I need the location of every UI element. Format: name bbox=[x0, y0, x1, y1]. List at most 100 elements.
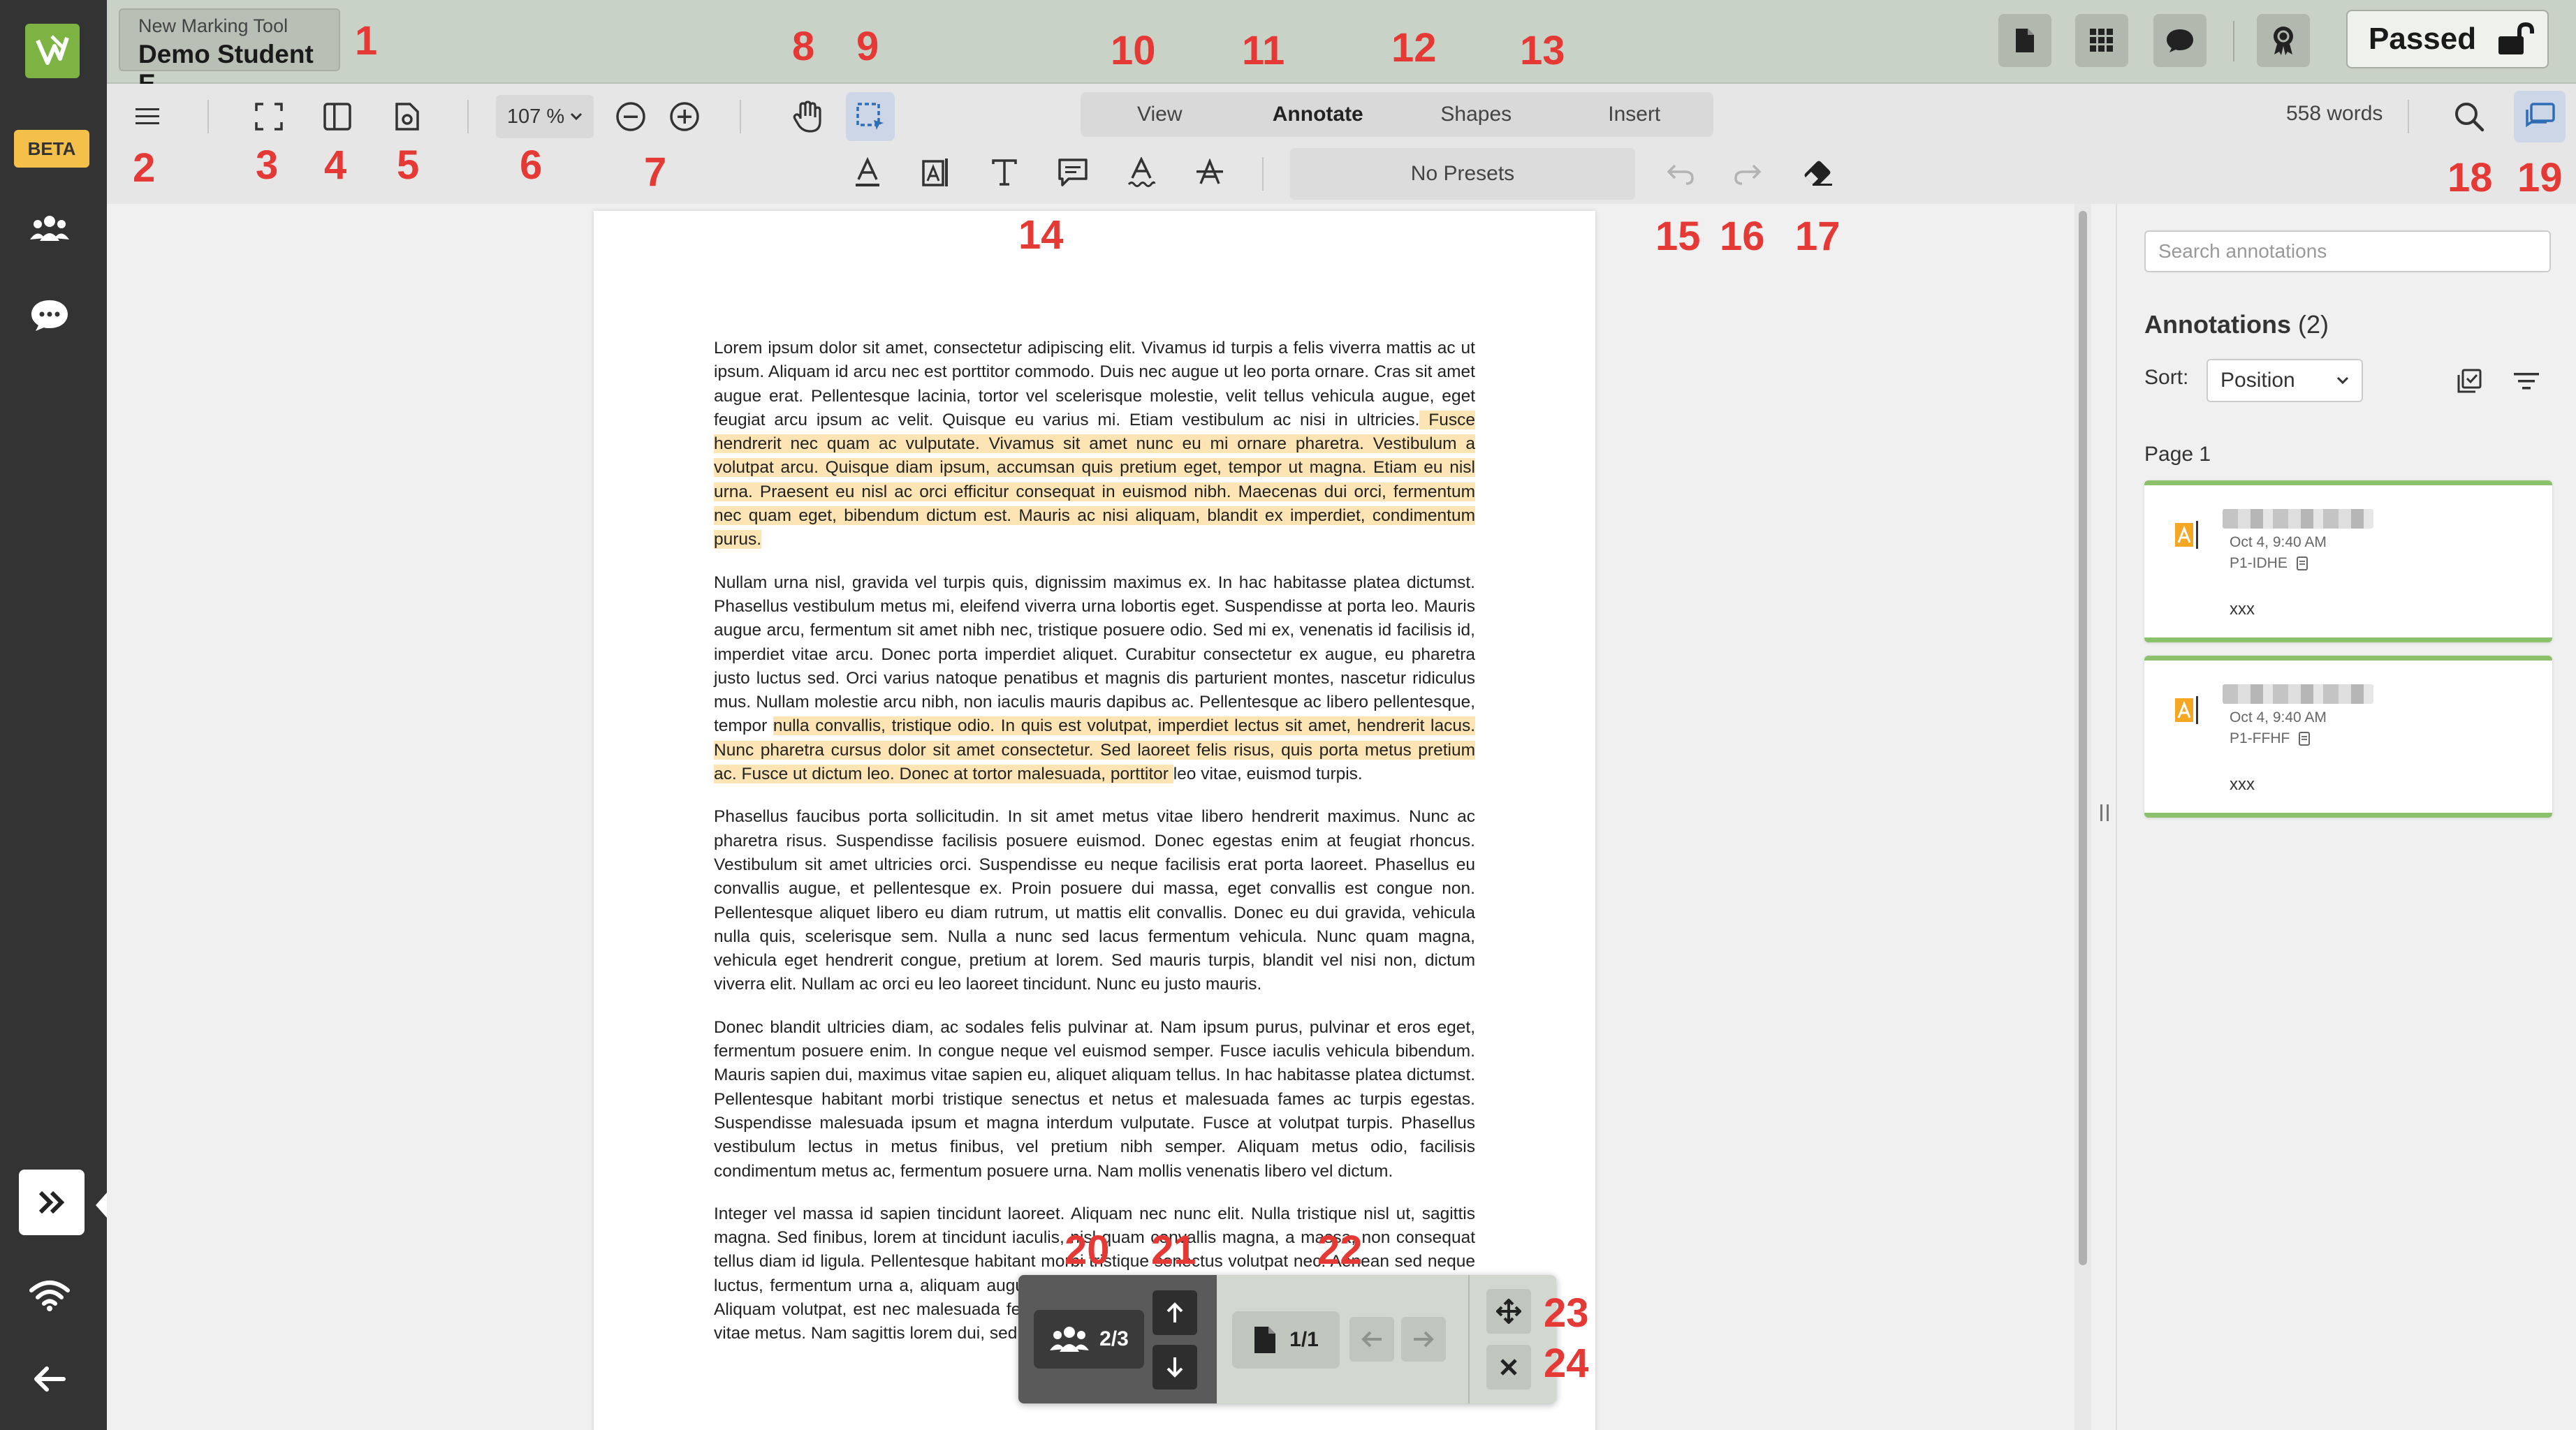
chat-icon[interactable] bbox=[25, 290, 74, 339]
student-selector[interactable]: New Marking Tool Demo Student E bbox=[119, 8, 340, 98]
select-all-button[interactable] bbox=[2448, 360, 2490, 402]
next-student-button[interactable] bbox=[1152, 1345, 1197, 1390]
annotation-id-text: P1-IDHE bbox=[2230, 555, 2288, 571]
undo-button[interactable] bbox=[1656, 149, 1705, 198]
text-color-tool[interactable] bbox=[843, 148, 892, 197]
previous-document-button[interactable] bbox=[1349, 1317, 1394, 1362]
document-settings-button[interactable] bbox=[383, 92, 432, 141]
callout-number: 4 bbox=[324, 142, 347, 188]
copy-icon[interactable] bbox=[2296, 556, 2308, 571]
checkbox-multiple-icon bbox=[2457, 369, 2482, 393]
eraser-icon bbox=[1804, 161, 1832, 186]
annotation-date: Oct 4, 9:40 AM bbox=[2230, 709, 2327, 725]
document-position: 1/1 bbox=[1289, 1328, 1319, 1351]
close-icon bbox=[1500, 1359, 1517, 1376]
callout-number: 22 bbox=[1317, 1228, 1363, 1273]
copy-icon[interactable] bbox=[2298, 731, 2311, 746]
callout-number: 6 bbox=[520, 142, 543, 188]
sidebar-notch bbox=[96, 1193, 107, 1218]
sort-select[interactable]: Position bbox=[2207, 359, 2363, 402]
expand-sidebar-button[interactable] bbox=[19, 1170, 85, 1235]
sidebar-toggle-button[interactable] bbox=[313, 92, 362, 141]
search-annotations-input[interactable] bbox=[2144, 230, 2551, 272]
status-toggle[interactable]: Passed bbox=[2346, 10, 2549, 68]
tab-insert[interactable]: Insert bbox=[1556, 92, 1714, 137]
left-sidebar: BETA bbox=[0, 0, 107, 1430]
previous-student-button[interactable] bbox=[1152, 1290, 1197, 1335]
file-gear-icon bbox=[395, 103, 419, 131]
redo-button[interactable] bbox=[1723, 149, 1772, 198]
text-tool[interactable] bbox=[980, 148, 1029, 197]
text-color-icon bbox=[856, 157, 879, 186]
callout-number: 15 bbox=[1655, 214, 1701, 259]
document-switcher-button[interactable]: 1/1 bbox=[1232, 1311, 1340, 1369]
paragraph: Lorem ipsum dolor sit amet, consectetur … bbox=[714, 337, 1475, 552]
comment-icon bbox=[1058, 159, 1088, 186]
feedback-button[interactable] bbox=[2153, 14, 2207, 67]
plus-circle-icon bbox=[670, 102, 699, 131]
comments-panel-toggle[interactable] bbox=[2514, 91, 2566, 142]
tab-shapes[interactable]: Shapes bbox=[1397, 92, 1556, 137]
zoom-out-button[interactable] bbox=[606, 92, 655, 141]
zoom-in-button[interactable] bbox=[660, 92, 709, 141]
tool-name: New Marking Tool bbox=[138, 15, 288, 36]
students-icon[interactable] bbox=[25, 204, 74, 253]
callout-number: 23 bbox=[1544, 1290, 1589, 1336]
annotations-heading: Annotations (2) bbox=[2144, 310, 2329, 339]
highlight-icon bbox=[922, 159, 948, 186]
drag-handle-icon[interactable] bbox=[2100, 804, 2109, 821]
search-icon bbox=[2455, 103, 2484, 132]
presets-dropdown[interactable]: No Presets bbox=[1290, 148, 1635, 200]
scrollbar-thumb[interactable] bbox=[2079, 211, 2087, 1265]
app-logo[interactable] bbox=[25, 24, 80, 78]
annotation-card[interactable]: Oct 4, 9:40 AM P1-IDHE xxx bbox=[2144, 480, 2552, 642]
strikethrough-tool[interactable] bbox=[1185, 148, 1234, 197]
document-scrollbar[interactable] bbox=[2074, 204, 2091, 1430]
move-bar-handle[interactable] bbox=[1486, 1289, 1531, 1334]
highlight-annotation[interactable]: Fusce hendrerit nec quam ac vulputate. V… bbox=[714, 410, 1475, 550]
grid-button[interactable] bbox=[2075, 14, 2128, 67]
eraser-button[interactable] bbox=[1794, 149, 1843, 198]
logo-icon bbox=[36, 35, 69, 65]
text-run: Lorem ipsum dolor sit amet, consectetur … bbox=[714, 339, 1475, 429]
panel-splitter[interactable] bbox=[2092, 204, 2117, 1430]
annotation-card[interactable]: Oct 4, 9:40 AM P1-FFHF xxx bbox=[2144, 656, 2552, 818]
annotation-id: P1-FFHF bbox=[2230, 730, 2311, 747]
toolbar: 107 % View Annotate Shapes Insert 558 wo… bbox=[107, 84, 2576, 204]
selection-tool-button[interactable] bbox=[846, 92, 895, 141]
callout-number: 10 bbox=[1111, 28, 1156, 73]
menu-button[interactable] bbox=[123, 92, 172, 141]
back-arrow-icon[interactable] bbox=[25, 1355, 74, 1403]
status-label: Passed bbox=[2369, 22, 2477, 56]
comment-tool[interactable] bbox=[1048, 148, 1097, 197]
annotation-id-text: P1-FFHF bbox=[2230, 730, 2290, 746]
tab-view[interactable]: View bbox=[1081, 92, 1239, 137]
squiggly-underline-tool[interactable] bbox=[1117, 148, 1166, 197]
floating-navigation-bar: 2/3 1/1 bbox=[1018, 1275, 1556, 1403]
student-switcher-button[interactable]: 2/3 bbox=[1034, 1310, 1144, 1369]
text-run: Phasellus faucibus porta sollicitudin. I… bbox=[714, 807, 1475, 994]
student-position: 2/3 bbox=[1099, 1327, 1129, 1350]
tab-annotate[interactable]: Annotate bbox=[1239, 92, 1398, 137]
squiggly-underline-icon bbox=[1127, 157, 1156, 187]
search-button[interactable] bbox=[2445, 92, 2494, 141]
zoom-select[interactable]: 107 % bbox=[496, 95, 594, 138]
callout-number: 17 bbox=[1795, 214, 1840, 259]
close-bar-button[interactable] bbox=[1486, 1345, 1531, 1390]
panel-icon bbox=[323, 103, 351, 131]
hamburger-icon bbox=[136, 108, 159, 124]
pan-tool-button[interactable] bbox=[783, 92, 832, 141]
toolbar-separator bbox=[467, 100, 469, 133]
fullscreen-button[interactable] bbox=[244, 92, 293, 141]
filter-button[interactable] bbox=[2505, 360, 2547, 402]
document-button[interactable] bbox=[1998, 14, 2051, 67]
arrow-up-icon bbox=[1166, 1302, 1183, 1322]
comments-icon bbox=[2526, 103, 2555, 128]
grid-icon bbox=[2090, 29, 2113, 52]
sort-value: Position bbox=[2220, 369, 2295, 392]
callout-number: 20 bbox=[1064, 1228, 1110, 1273]
next-document-button[interactable] bbox=[1401, 1317, 1446, 1362]
arrow-left-icon bbox=[1361, 1331, 1382, 1348]
award-button[interactable] bbox=[2257, 14, 2310, 67]
highlight-tool[interactable] bbox=[912, 148, 960, 197]
